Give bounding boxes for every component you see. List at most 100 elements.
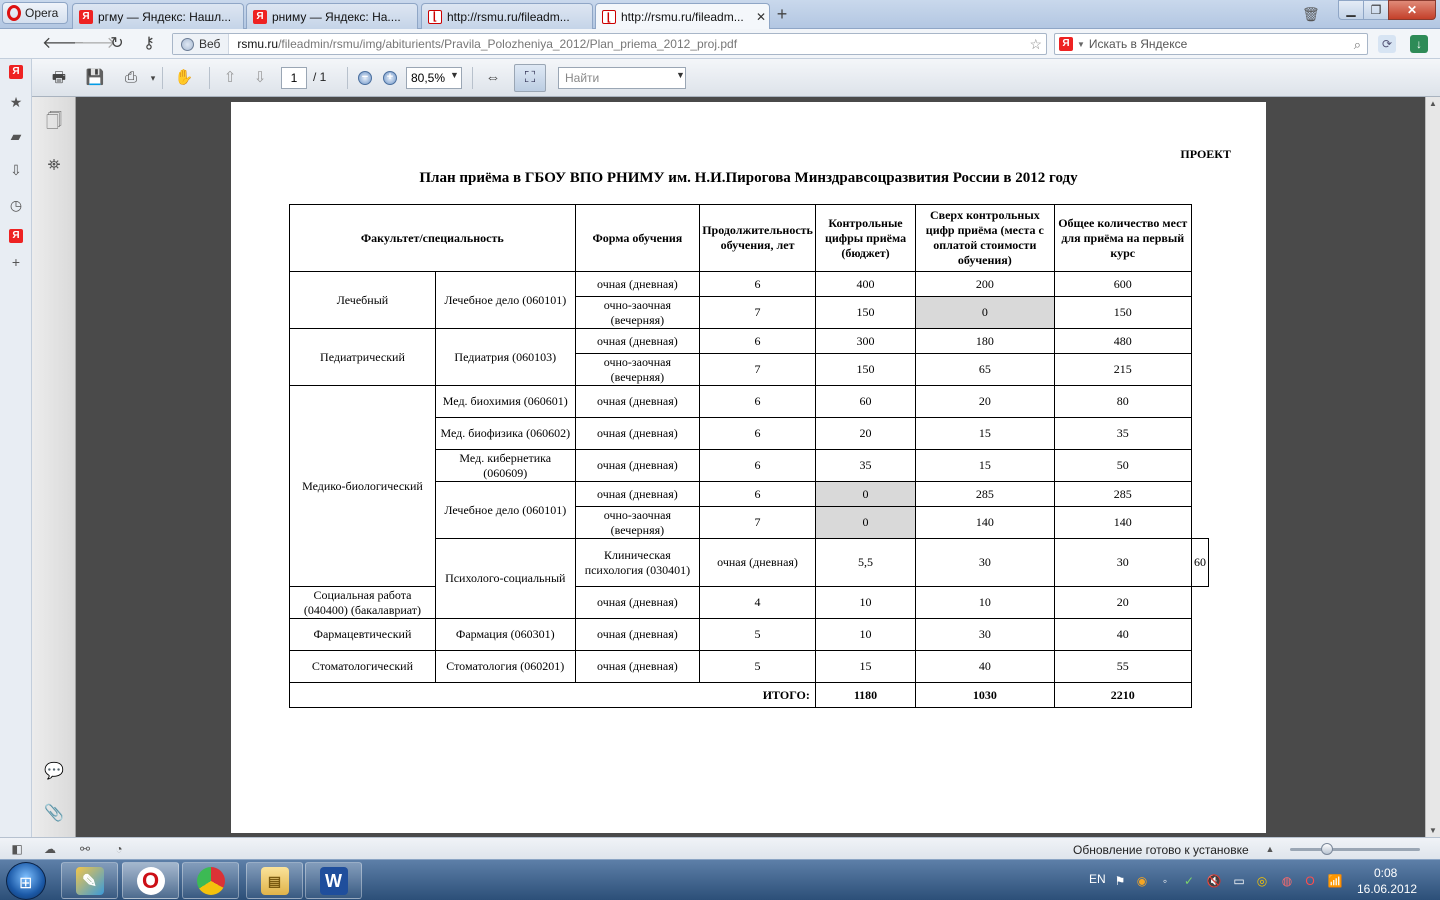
chevron-down-icon[interactable]: ▼	[676, 70, 685, 80]
comments-icon[interactable]: 💬	[43, 761, 65, 783]
print-icon[interactable]: 🖶	[47, 67, 71, 89]
opera-turbo-icon[interactable]: ⟳	[1378, 35, 1396, 53]
find-input[interactable]: Найти	[558, 67, 686, 89]
zoom-slider[interactable]	[1290, 848, 1420, 851]
notes-icon[interactable]: ▰	[7, 127, 25, 145]
zoom-in-icon[interactable]: +	[383, 71, 397, 85]
bookmark-star-icon[interactable]: ☆	[1029, 36, 1042, 53]
reload-icon[interactable]: ↻	[105, 33, 129, 55]
url-field[interactable]: Веб rsmu.ru/fileadmin/rsmu/img/abiturien…	[172, 33, 1047, 55]
safety-check-icon[interactable]: ✓	[1181, 873, 1197, 889]
tray-app-icon[interactable]: ◦	[1157, 873, 1173, 889]
close-tab-icon[interactable]: ✕	[753, 10, 769, 24]
table-row: Педиатрический Педиатрия (060103) очная …	[289, 328, 1209, 386]
web-mode-button[interactable]: Веб	[173, 34, 230, 54]
tray-app-icon[interactable]: ◎	[1254, 873, 1270, 889]
download-icon[interactable]: ↓	[1410, 35, 1428, 53]
flag-icon[interactable]: ⚑	[1112, 873, 1128, 889]
yandex-icon[interactable]: Я	[9, 65, 23, 79]
forward-icon[interactable]: 🡒	[73, 33, 116, 55]
duration-cell: 5	[699, 618, 816, 651]
share-network-icon[interactable]: ⚯	[77, 842, 93, 856]
page-number-input[interactable]: 1	[281, 67, 307, 89]
trash-icon[interactable]: 🗑	[1302, 6, 1320, 23]
previous-page-icon[interactable]: ⇧	[218, 67, 242, 89]
back-icon[interactable]: 🡐	[42, 33, 85, 55]
scroll-down-icon[interactable]: ▼	[1428, 826, 1438, 835]
budget-cell: 0	[814, 506, 917, 539]
fit-width-icon[interactable]: ⇔	[481, 67, 505, 89]
tray-app-icon[interactable]: ◉	[1134, 873, 1150, 889]
opera-menu-label: Opera	[25, 6, 59, 20]
chevron-down-icon[interactable]: ▼	[450, 70, 459, 80]
opera-menu-button[interactable]: Opera	[2, 2, 68, 24]
close-window-button[interactable]: ✕	[1388, 0, 1436, 20]
toolbar-divider	[209, 67, 210, 89]
fit-page-button[interactable]: ⛶	[514, 64, 546, 92]
taskbar-opera-button[interactable]: O	[122, 862, 179, 899]
attachments-binoculars-icon[interactable]: ⛯	[43, 155, 65, 177]
battery-icon[interactable]: ▭	[1231, 873, 1247, 889]
tab-title: рниму — Яндекс: На....	[272, 9, 401, 24]
new-tab-button[interactable]: +	[772, 5, 792, 25]
key-icon[interactable]: ⚷	[137, 33, 161, 55]
chevron-up-icon[interactable]: ▲	[1262, 842, 1278, 856]
windows-taskbar: ⊞ ✎ O ▤ W EN ⚑ ◉ ◦ ✓ 🔇 ▭ ◎ ◍ O 📶 0:08 16…	[0, 859, 1440, 900]
opera-panel-sidebar: Я ★ ▰ ⇩ ◷ Я +	[0, 59, 32, 837]
search-icon[interactable]: ⌕	[1354, 37, 1361, 53]
yandex-icon[interactable]: Я	[9, 229, 23, 243]
zoom-slider-handle[interactable]	[1321, 843, 1333, 855]
tray-app-icon[interactable]: ◍	[1279, 873, 1295, 889]
share-icon[interactable]: ⎙	[119, 67, 143, 89]
network-icon[interactable]: 📶	[1327, 873, 1343, 889]
duration-cell: 6	[699, 271, 816, 297]
scroll-up-icon[interactable]: ▲	[1428, 99, 1438, 108]
vertical-scrollbar[interactable]: ▲ ▼	[1425, 97, 1440, 837]
taskbar-word-button[interactable]: W	[305, 862, 362, 899]
zoom-out-icon[interactable]: −	[358, 71, 372, 85]
table-row: Социальная работа (040400) (бакалавриат)…	[289, 586, 1209, 619]
downloads-icon[interactable]: ⇩	[7, 161, 25, 179]
tab-3[interactable]: ⌊ http://rsmu.ru/fileadm...	[421, 3, 593, 29]
bookmarks-star-icon[interactable]: ★	[7, 93, 25, 111]
maximize-button[interactable]: ❐	[1363, 0, 1389, 20]
language-indicator[interactable]: EN	[1089, 872, 1106, 886]
paperclip-icon[interactable]: 📎	[43, 803, 65, 825]
duration-cell: 6	[699, 417, 816, 450]
next-page-icon[interactable]: ⇩	[248, 67, 272, 89]
paid-cell: 140	[915, 506, 1055, 539]
paint-icon: ✎	[75, 866, 104, 895]
add-panel-icon[interactable]: +	[7, 253, 25, 271]
duration-cell: 7	[699, 506, 816, 539]
tab-4-active[interactable]: ⌊ http://rsmu.ru/fileadm... ✕	[595, 3, 770, 30]
turbo-gauge-icon[interactable]: ◔	[111, 842, 127, 856]
taskbar-paint-button[interactable]: ✎	[61, 862, 118, 899]
form-cell: очная (дневная)	[574, 271, 701, 297]
tab-title: ргму — Яндекс: Нашл...	[98, 9, 232, 24]
taskbar-explorer-button[interactable]: ▤	[246, 862, 303, 899]
start-button[interactable]: ⊞	[6, 862, 46, 900]
toolbar-divider	[162, 67, 163, 89]
clock-time[interactable]: 0:08	[1374, 866, 1397, 880]
tab-2[interactable]: Я рниму — Яндекс: На....	[246, 3, 418, 29]
minimize-button[interactable]: ▁	[1338, 0, 1364, 20]
taskbar-chrome-button[interactable]	[182, 862, 239, 899]
duration-cell: 7	[699, 296, 816, 329]
save-icon[interactable]: 💾	[83, 67, 107, 89]
tab-1[interactable]: Я ргму — Яндекс: Нашл...	[72, 3, 244, 29]
header-faculty: Факультет/специальность	[289, 204, 576, 272]
panel-toggle-icon[interactable]: ◧	[9, 842, 25, 856]
page-total: / 1	[313, 70, 327, 84]
chevron-down-icon[interactable]: ▼	[1077, 40, 1085, 49]
volume-muted-icon[interactable]: 🔇	[1206, 873, 1222, 889]
clock-date[interactable]: 16.06.2012	[1357, 882, 1417, 896]
history-clock-icon[interactable]: ◷	[7, 196, 25, 214]
comment-icon[interactable]: ✋	[172, 67, 196, 89]
paid-cell: 0	[915, 296, 1055, 329]
unite-cloud-icon[interactable]: ☁	[42, 842, 58, 856]
budget-cell: 0	[814, 481, 917, 507]
windows-logo-icon: ⊞	[19, 875, 33, 892]
opera-tray-icon[interactable]: O	[1302, 873, 1318, 889]
search-field[interactable]: Я ▼ Искать в Яндексе ⌕	[1054, 33, 1368, 55]
page-thumbnails-icon[interactable]: 🗍	[43, 111, 65, 133]
